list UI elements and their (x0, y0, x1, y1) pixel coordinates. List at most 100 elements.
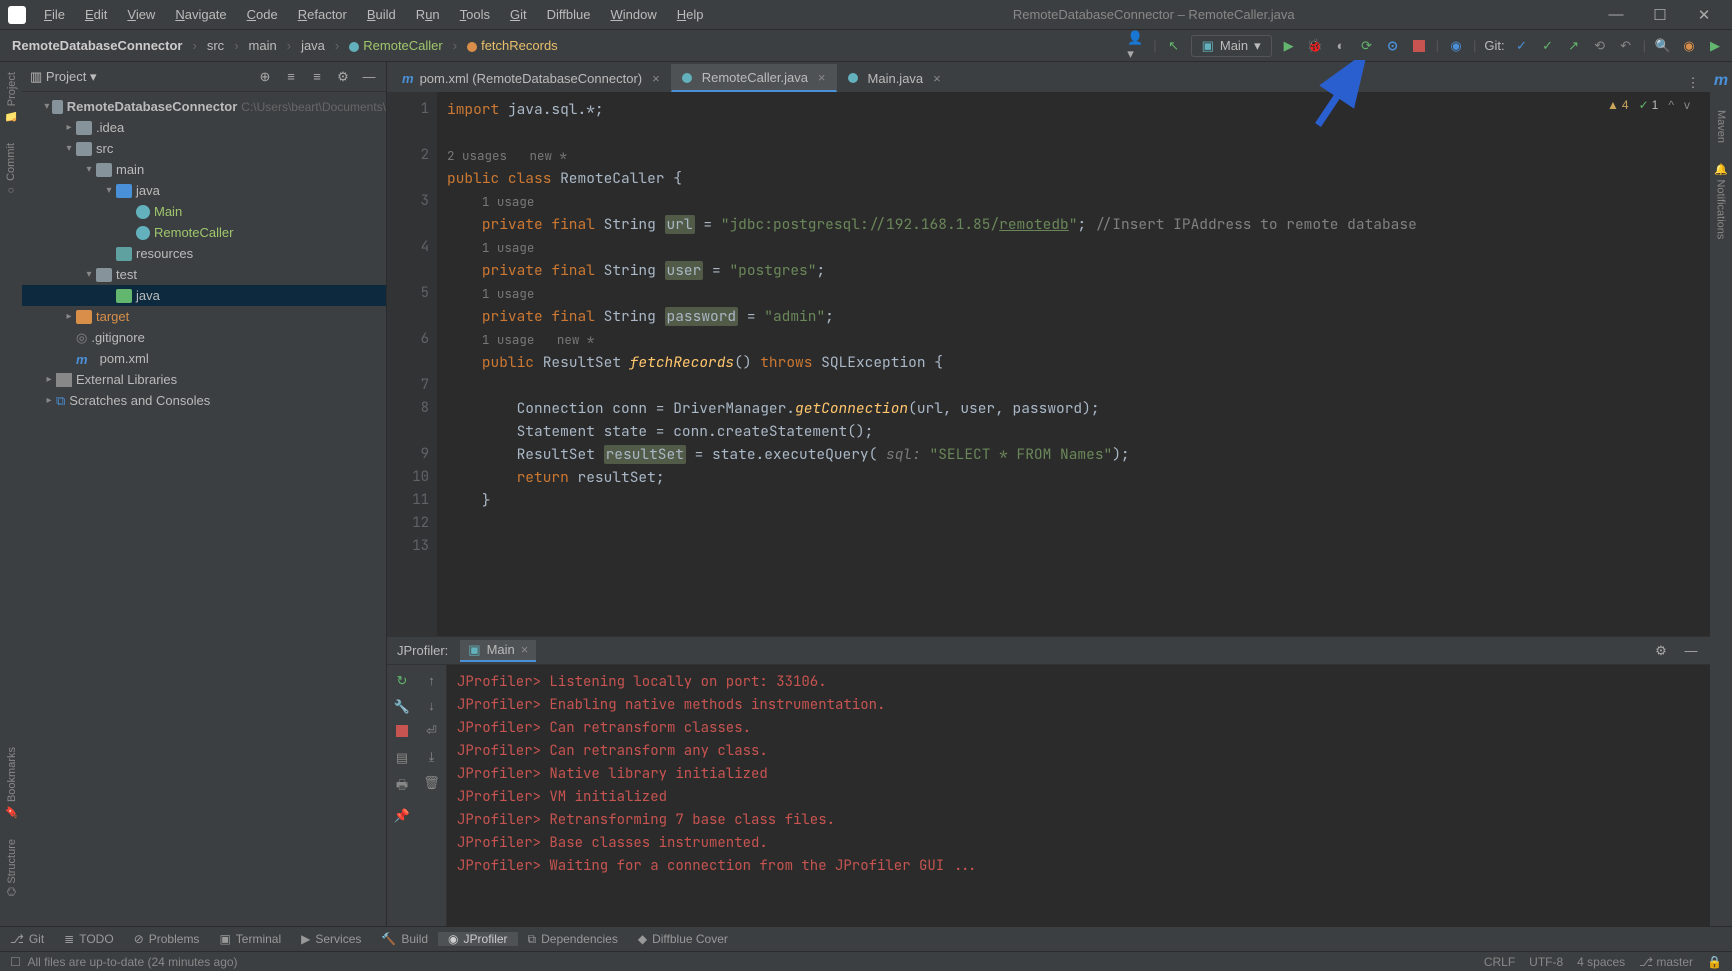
locate-icon[interactable]: ⊕ (256, 68, 274, 86)
up-icon[interactable]: ↑ (428, 673, 435, 688)
menu-diffblue[interactable]: Diffblue (539, 5, 599, 24)
crumb-src[interactable]: src (203, 37, 228, 54)
crumb-method[interactable]: fetchRecords (463, 37, 562, 54)
menu-file[interactable]: File (36, 5, 73, 24)
run-config-select[interactable]: ▣Main▾ (1191, 35, 1272, 57)
minimize-icon[interactable]: — (1596, 6, 1636, 23)
tab-pom[interactable]: mpom.xml (RemoteDatabaseConnector)× (391, 64, 671, 92)
search-icon[interactable]: 🔍 (1654, 37, 1672, 55)
down-icon[interactable]: ↓ (428, 698, 435, 713)
jetbrains-play-icon[interactable]: ▶ (1706, 37, 1724, 55)
st-terminal[interactable]: ▣ Terminal (209, 932, 291, 946)
print-icon[interactable]: 🖶 (396, 776, 408, 798)
tree-gitignore[interactable]: ◎.gitignore (22, 327, 386, 348)
st-jprofiler[interactable]: ◉ JProfiler (438, 932, 518, 946)
menu-run[interactable]: Run (408, 5, 448, 24)
panel-gear-icon[interactable]: ⚙ (1652, 642, 1670, 660)
st-services[interactable]: ▶ Services (291, 932, 371, 946)
tree-test-java[interactable]: java (22, 285, 386, 306)
st-git[interactable]: ⎇ Git (0, 932, 54, 946)
tree-target[interactable]: ▸target (22, 306, 386, 327)
soft-wrap-icon[interactable]: ⏎ (426, 723, 437, 739)
tree-pom[interactable]: m pom.xml (22, 348, 386, 369)
toolwin-maven[interactable]: Maven (1715, 110, 1727, 143)
st-todo[interactable]: ≣ TODO (54, 932, 124, 946)
tab-main[interactable]: Main.java× (837, 64, 952, 92)
run-icon[interactable]: ▶ (1280, 37, 1298, 55)
stop-icon[interactable] (1410, 37, 1428, 55)
collapse-icon[interactable]: ≡ (308, 68, 326, 86)
menu-code[interactable]: Code (239, 5, 286, 24)
tree-test[interactable]: ▾test (22, 264, 386, 285)
st-build[interactable]: 🔨 Build (371, 932, 438, 946)
footer-indent[interactable]: 4 spaces (1577, 955, 1625, 969)
crumb-class[interactable]: RemoteCaller (345, 37, 446, 54)
clear-icon[interactable]: 🗑 (423, 775, 440, 791)
menu-navigate[interactable]: Navigate (167, 5, 234, 24)
menu-help[interactable]: Help (669, 5, 712, 24)
toolwin-notifications[interactable]: 🔔 Notifications (1715, 163, 1728, 239)
crumb-java[interactable]: java (297, 37, 329, 54)
tree-remotecaller[interactable]: RemoteCaller (22, 222, 386, 243)
st-deps[interactable]: ⧉ Dependencies (518, 932, 628, 947)
panel-hide-icon[interactable]: — (1682, 642, 1700, 660)
footer-lock-icon[interactable]: 🔒 (1707, 955, 1722, 969)
breadcrumb[interactable]: RemoteDatabaseConnector src main java Re… (8, 37, 1127, 54)
console-output[interactable]: JProfiler> Listening locally on port: 33… (447, 665, 1710, 926)
project-combo[interactable]: ▥ Project ▾ (30, 69, 97, 85)
tab-options-icon[interactable]: ⋮ (1684, 74, 1702, 92)
toolwin-project[interactable]: 📁 Project (5, 72, 18, 123)
git-rollback-icon[interactable]: ↶ (1617, 37, 1635, 55)
crumb-root[interactable]: RemoteDatabaseConnector (8, 37, 187, 54)
layout-icon[interactable]: ▤ (396, 750, 408, 766)
jprofiler-tab-main[interactable]: ▣Main× (460, 640, 536, 662)
menu-git[interactable]: Git (502, 5, 535, 24)
menu-refactor[interactable]: Refactor (290, 5, 355, 24)
git-history-icon[interactable]: ⟲ (1591, 37, 1609, 55)
git-update-icon[interactable]: ✓ (1513, 37, 1531, 55)
toolwin-structure[interactable]: ⌬ Structure (5, 839, 18, 896)
tree-root[interactable]: ▾RemoteDatabaseConnectorC:\Users\beart\D… (22, 96, 386, 117)
menu-window[interactable]: Window (602, 5, 664, 24)
code-with-me-icon[interactable]: ◉ (1447, 37, 1465, 55)
tree-src[interactable]: ▾src (22, 138, 386, 159)
menu-view[interactable]: View (119, 5, 163, 24)
add-user-icon[interactable]: 👤▾ (1127, 37, 1145, 55)
project-tree[interactable]: ▾RemoteDatabaseConnectorC:\Users\beart\D… (22, 92, 386, 926)
footer-branch[interactable]: ⎇ master (1639, 955, 1693, 969)
wrench-icon[interactable]: 🔧 (394, 699, 410, 715)
rerun-icon[interactable]: ↻ (397, 673, 408, 689)
menu-tools[interactable]: Tools (452, 5, 498, 24)
tree-idea[interactable]: ▸.idea (22, 117, 386, 138)
stop-run-icon[interactable] (396, 725, 408, 740)
tab-remotecaller[interactable]: RemoteCaller.java× (671, 64, 837, 92)
hide-icon[interactable]: — (360, 68, 378, 86)
tab-close-icon[interactable]: × (818, 70, 826, 85)
coverage-icon[interactable]: ◐ (1332, 37, 1350, 55)
maximize-icon[interactable]: ☐ (1640, 6, 1680, 24)
tab-close-icon[interactable]: × (933, 71, 941, 86)
code-editor[interactable]: import java.sql.*; 2 usages new * public… (437, 92, 1710, 636)
git-push-icon[interactable]: ↗ (1565, 37, 1583, 55)
jprofiler-icon[interactable]: ⊙ (1384, 37, 1402, 55)
build-hammer-icon[interactable]: ↖ (1165, 37, 1183, 55)
ai-assist-icon[interactable]: ◉ (1680, 37, 1698, 55)
menu-build[interactable]: Build (359, 5, 404, 24)
inspection-summary[interactable]: 4 1 ^v (1607, 98, 1690, 112)
scroll-icon[interactable]: ⤓ (429, 749, 435, 765)
line-gutter[interactable]: 1 2 3 4 5 6 78 91011 1213 (387, 92, 437, 636)
toolwin-maven-icon[interactable]: m (1714, 72, 1728, 90)
tree-scratches[interactable]: ▸⧉Scratches and Consoles (22, 390, 386, 411)
expand-icon[interactable]: ≡ (282, 68, 300, 86)
tree-java[interactable]: ▾java (22, 180, 386, 201)
tree-resources[interactable]: resources (22, 243, 386, 264)
settings-icon[interactable]: ⚙ (334, 68, 352, 86)
toolwin-commit[interactable]: ○ Commit (5, 143, 17, 196)
debug-icon[interactable]: 🐞 (1306, 37, 1324, 55)
tree-ext-lib[interactable]: ▸External Libraries (22, 369, 386, 390)
menu-edit[interactable]: Edit (77, 5, 115, 24)
vcs-status-icon[interactable]: ☐ (10, 955, 21, 969)
st-problems[interactable]: ⊘ Problems (124, 932, 210, 946)
toolwin-bookmarks[interactable]: 🔖 Bookmarks (5, 747, 18, 819)
close-icon[interactable]: ✕ (1684, 6, 1724, 24)
